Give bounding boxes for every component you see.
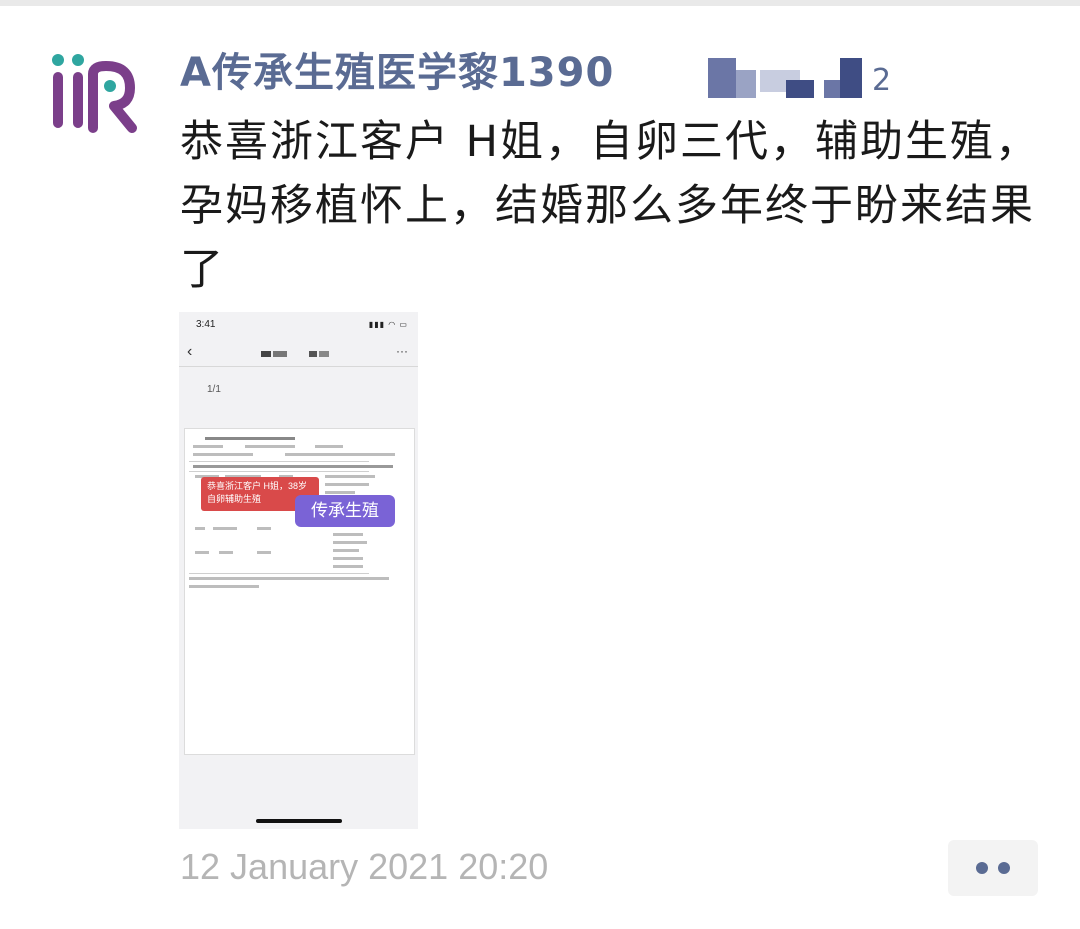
dot-icon [976, 862, 988, 874]
svg-text:2: 2 [872, 63, 891, 98]
more-icon: ··· [396, 344, 408, 358]
watermark-tag: 传承生殖 [295, 495, 395, 527]
phone-nav-bar: ‹ ··· [179, 340, 418, 367]
iir-logo-icon [52, 54, 137, 133]
post-text: 恭喜浙江客户 H姐，自卵三代，辅助生殖，孕妈移植怀上，结婚那么多年终于盼来结果了 [180, 117, 1041, 295]
home-indicator [256, 819, 342, 823]
signal-wifi-battery-icon: ▮▮▮ ◠ ▭ [368, 320, 408, 329]
page-indicator: 1/1 [207, 384, 221, 395]
post-image[interactable]: 3:41 ▮▮▮ ◠ ▭ ‹ ··· 1/1 恭喜浙江客户 H姐，38岁自卵辅助… [179, 312, 418, 829]
post-timestamp: 12 January 2021 20:20 [180, 846, 549, 887]
back-chevron-icon: ‹ [187, 343, 193, 360]
top-divider [0, 0, 1080, 6]
avatar[interactable] [46, 44, 138, 136]
phone-status-bar: 3:41 ▮▮▮ ◠ ▭ [179, 312, 418, 338]
redacted-mosaic: 2 [708, 58, 891, 98]
status-time: 3:41 [196, 319, 216, 330]
author-name[interactable]: A传承生殖医学黎1390 [180, 40, 614, 96]
dot-icon [998, 862, 1010, 874]
redacted-title [261, 351, 329, 357]
comment-like-button[interactable] [948, 840, 1038, 896]
